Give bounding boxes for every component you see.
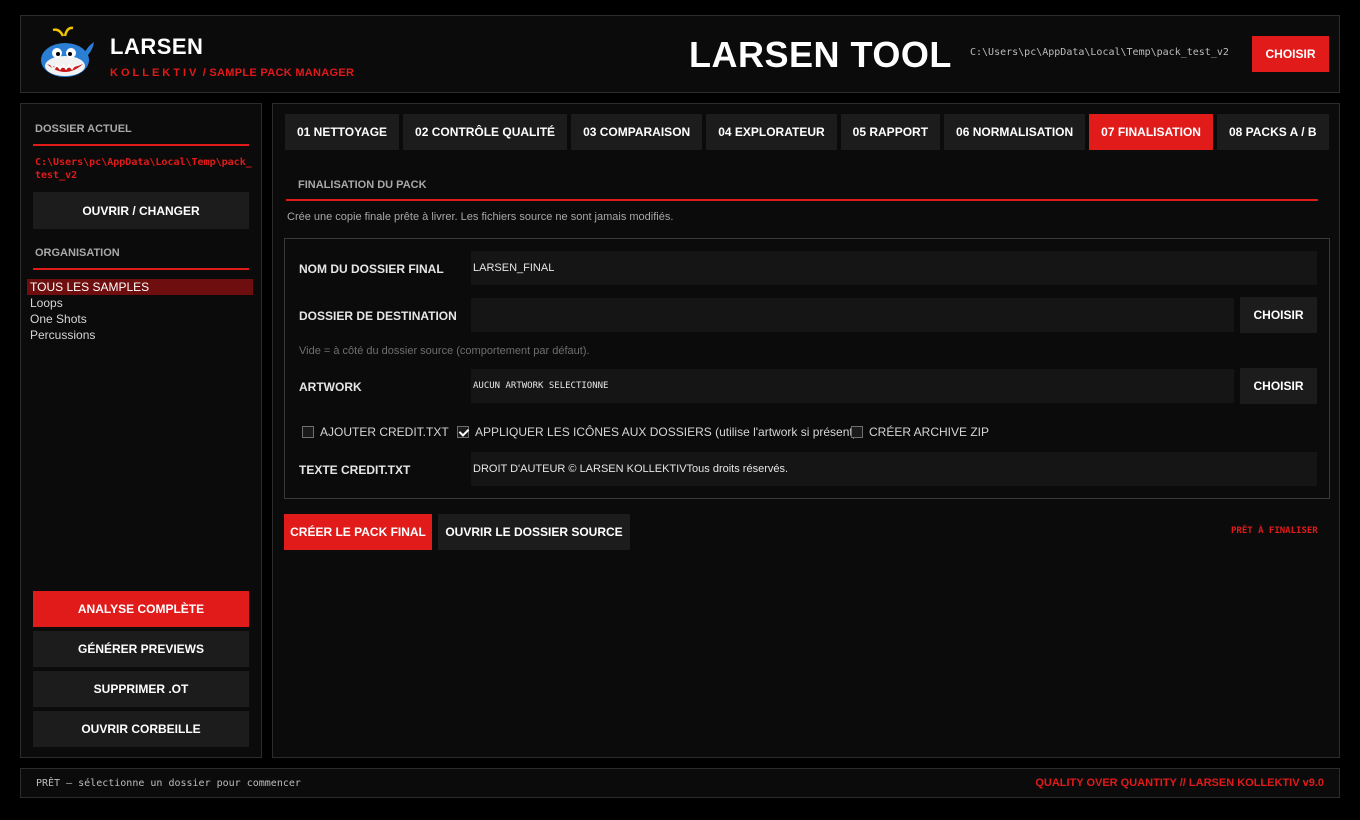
main-panel: 01 NETTOYAGE 02 CONTRÔLE QUALITÉ 03 COMP… [272, 103, 1340, 758]
open-source-folder-button[interactable]: OUVRIR LE DOSSIER SOURCE [438, 514, 630, 550]
artwork-choose-button[interactable]: CHOISIR [1240, 368, 1317, 404]
credit-text-label: TEXTE CREDIT.TXT [299, 463, 411, 477]
finalisation-form: NOM DU DOSSIER FINAL DOSSIER DE DESTINAT… [284, 238, 1330, 499]
heading-divider [33, 144, 249, 146]
tab-controle-qualite[interactable]: 02 CONTRÔLE QUALITÉ [403, 114, 568, 150]
organisation-heading: ORGANISATION [35, 247, 120, 259]
tab-explorateur[interactable]: 04 EXPLORATEUR [706, 114, 837, 150]
subtitle-separator: / [202, 67, 207, 79]
tab-normalisation[interactable]: 06 NORMALISATION [944, 114, 1086, 150]
subtitle-text: SAMPLE PACK MANAGER [209, 67, 355, 79]
brand-subtitle: KOLLEKTIV / SAMPLE PACK MANAGER [110, 67, 354, 79]
checkbox-box[interactable] [302, 426, 314, 438]
artwork-label: ARTWORK [299, 380, 362, 394]
destination-hint: Vide = à côté du dossier source (comport… [299, 345, 590, 357]
checkbox-label: CRÉER ARCHIVE ZIP [869, 425, 990, 439]
section-description: Crée une copie finale prête à livrer. Le… [287, 211, 674, 223]
status-bar: PRÊT — sélectionne un dossier pour comme… [20, 768, 1340, 798]
org-item-all-samples[interactable]: TOUS LES SAMPLES [27, 279, 253, 295]
current-folder-heading: DOSSIER ACTUEL [35, 123, 132, 135]
tab-nettoyage[interactable]: 01 NETTOYAGE [285, 114, 400, 150]
open-change-button[interactable]: OUVRIR / CHANGER [33, 192, 249, 229]
org-item-one-shots[interactable]: One Shots [27, 311, 253, 327]
org-item-loops[interactable]: Loops [27, 295, 253, 311]
header-choose-button[interactable]: CHOISIR [1252, 36, 1329, 72]
larsen-whale-logo [41, 26, 94, 77]
destination-choose-button[interactable]: CHOISIR [1240, 297, 1317, 333]
delete-ot-button[interactable]: SUPPRIMER .OT [33, 671, 249, 707]
tab-finalisation[interactable]: 07 FINALISATION [1089, 114, 1213, 150]
status-text: PRÊT — sélectionne un dossier pour comme… [36, 778, 301, 789]
kollektiv-text: KOLLEKTIV [110, 67, 200, 79]
sidebar: DOSSIER ACTUEL C:\Users\pc\AppData\Local… [20, 103, 262, 758]
section-title: FINALISATION DU PACK [298, 179, 427, 191]
tab-rapport[interactable]: 05 RAPPORT [840, 114, 941, 150]
full-analysis-button[interactable]: ANALYSE COMPLÈTE [33, 591, 249, 627]
folder-name-input[interactable] [471, 251, 1317, 285]
section-divider [286, 199, 1318, 201]
destination-input[interactable] [471, 298, 1234, 332]
org-item-percussions[interactable]: Percussions [27, 327, 253, 343]
checkbox-box[interactable] [851, 426, 863, 438]
current-folder-path: C:\Users\pc\AppData\Local\Temp\pack_test… [35, 157, 252, 181]
credit-text-input[interactable] [471, 452, 1317, 486]
tab-comparaison[interactable]: 03 COMPARAISON [571, 114, 703, 150]
checkbox-zip-archive[interactable]: CRÉER ARCHIVE ZIP [851, 425, 989, 439]
app-title: LARSEN TOOL [689, 34, 952, 75]
brand-name: LARSEN [110, 34, 204, 59]
app-header: LARSEN KOLLEKTIV / SAMPLE PACK MANAGER L… [20, 15, 1340, 93]
heading-divider [33, 268, 249, 270]
tab-bar: 01 NETTOYAGE 02 CONTRÔLE QUALITÉ 03 COMP… [285, 114, 1329, 150]
checkbox-label: APPLIQUER LES ICÔNES AUX DOSSIERS (utili… [475, 425, 857, 439]
organisation-list: TOUS LES SAMPLES Loops One Shots Percuss… [27, 279, 253, 343]
create-final-pack-button[interactable]: CRÉER LE PACK FINAL [284, 514, 432, 550]
footer-tagline: QUALITY OVER QUANTITY // LARSEN KOLLEKTI… [1035, 777, 1324, 789]
header-path: C:\Users\pc\AppData\Local\Temp\pack_test… [970, 47, 1229, 58]
open-trash-button[interactable]: OUVRIR CORBEILLE [33, 711, 249, 747]
finalisation-status: PRÊT À FINALISER [1231, 526, 1318, 536]
checkbox-folder-icons[interactable]: APPLIQUER LES ICÔNES AUX DOSSIERS (utili… [457, 425, 857, 439]
tab-packs-ab[interactable]: 08 PACKS A / B [1216, 114, 1329, 150]
checkmark-icon[interactable] [457, 426, 469, 438]
checkbox-label: AJOUTER CREDIT.TXT [320, 425, 449, 439]
artwork-field[interactable] [471, 369, 1234, 403]
generate-previews-button[interactable]: GÉNÉRER PREVIEWS [33, 631, 249, 667]
folder-name-label: NOM DU DOSSIER FINAL [299, 262, 444, 276]
destination-label: DOSSIER DE DESTINATION [299, 309, 457, 323]
checkbox-credit-txt[interactable]: AJOUTER CREDIT.TXT [302, 425, 449, 439]
